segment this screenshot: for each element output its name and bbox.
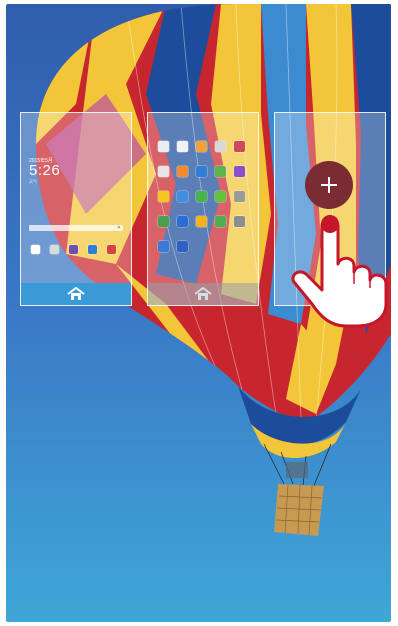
preview-app-icon	[234, 141, 245, 152]
preview-app-icon	[50, 245, 59, 254]
preview-app-icon	[234, 166, 245, 177]
preview-app-icon	[158, 191, 169, 202]
preview-weather: 天气	[29, 179, 37, 184]
tap-hand-icon	[291, 215, 388, 328]
preview-app-icon	[215, 141, 226, 152]
set-home-screen-button[interactable]	[21, 283, 131, 305]
preview-app-icon	[177, 191, 188, 202]
plus-icon	[321, 177, 337, 193]
preview-app-icon	[158, 241, 169, 252]
home-screen-editor: 2015年5月 5:26 天气 ✕	[6, 4, 391, 622]
preview-app-icon	[31, 245, 40, 254]
preview-dock	[31, 245, 116, 254]
home-icon	[67, 287, 85, 300]
preview-clock: 5:26	[29, 162, 61, 179]
set-home-screen-button[interactable]	[148, 283, 258, 305]
screen-thumbnail-apps[interactable]	[147, 112, 259, 306]
preview-app-icon	[177, 216, 188, 227]
preview-app-icon	[177, 141, 188, 152]
preview-app-icon	[177, 166, 188, 177]
preview-app-icon	[107, 245, 116, 254]
preview-app-icon	[196, 216, 207, 227]
preview-app-icon	[196, 191, 207, 202]
preview-app-icon	[215, 166, 226, 177]
preview-app-icon	[158, 141, 169, 152]
preview-app-icon	[158, 166, 169, 177]
home-icon	[194, 287, 212, 300]
search-icon: ✕	[116, 225, 121, 231]
preview-app-icon	[196, 166, 207, 177]
preview-app-icon	[234, 216, 245, 227]
preview-app-icon	[234, 191, 245, 202]
preview-app-icon	[215, 216, 226, 227]
preview-app-icon	[196, 141, 207, 152]
preview-app-icon	[158, 216, 169, 227]
preview-app-grid	[158, 141, 245, 252]
preview-app-icon	[69, 245, 78, 254]
preview-app-icon	[88, 245, 97, 254]
preview-search-bar: ✕	[29, 225, 123, 231]
preview-app-icon	[215, 191, 226, 202]
screen-thumbnail-lock[interactable]: 2015年5月 5:26 天气 ✕	[20, 112, 132, 306]
preview-app-icon	[177, 241, 188, 252]
